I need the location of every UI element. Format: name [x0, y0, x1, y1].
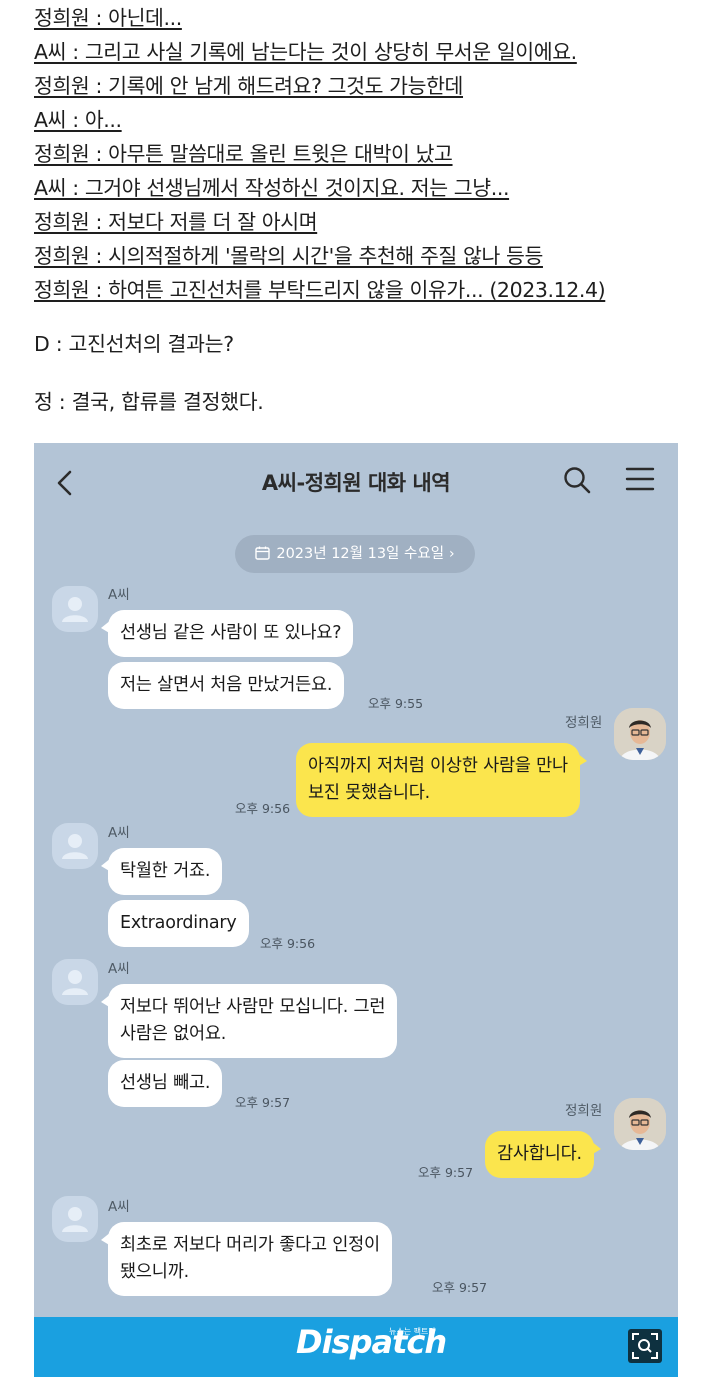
interview-answer: 정 : 결국, 합류를 결정했다.	[34, 390, 264, 414]
chat-header: A씨-정희원 대화 내역	[34, 443, 678, 521]
my-message-bubble[interactable]: 아직까지 저처럼 이상한 사람을 만나 보진 못했습니다.	[296, 743, 587, 817]
message-bubble[interactable]: 선생님 빼고.	[108, 1060, 223, 1107]
sender-name: 정희원	[565, 715, 603, 731]
avatar[interactable]	[52, 959, 98, 1005]
interview-question: D : 고진선처의 결과는?	[34, 332, 234, 356]
quote-line: 정희원 : 저보다 저를 더 잘 아시며	[34, 210, 318, 234]
search-icon[interactable]	[562, 465, 592, 495]
message-line: 됐으니까.	[120, 1262, 189, 1282]
message-bubble[interactable]: 저는 살면서 처음 만났거든요.	[108, 662, 345, 709]
message-bubble[interactable]: 저보다 뛰어난 사람만 모십니다. 그런 사람은 없어요.	[100, 984, 398, 1058]
message-time: 오후 9:57	[235, 1095, 291, 1110]
message-time: 오후 9:56	[260, 936, 316, 951]
avatar[interactable]	[52, 586, 98, 632]
message-line: 보진 못했습니다.	[308, 783, 431, 803]
message-bubble[interactable]: 선생님 같은 사람이 또 있나요?	[100, 610, 354, 657]
message-time: 오후 9:57	[418, 1165, 474, 1180]
quote-line: 정희원 : 아닌데...	[34, 6, 182, 30]
default-profile-icon	[62, 970, 88, 995]
menu-icon[interactable]	[624, 465, 656, 493]
chat-screenshot: A씨-정희원 대화 내역 2023년 12월 13일 수요일 › A씨 선생님 같…	[34, 443, 678, 1377]
message-line: 저보다 뛰어난 사람만 모십니다. 그런	[120, 997, 386, 1017]
profile-photo[interactable]	[614, 708, 666, 760]
quote-line: A씨 : 아...	[34, 108, 122, 132]
message-line: 아직까지 저처럼 이상한 사람을 만나	[308, 756, 568, 776]
sender-name: A씨	[108, 961, 130, 977]
message-time: 오후 9:55	[368, 696, 424, 711]
profile-photo[interactable]	[614, 1098, 666, 1150]
quote-line: 정희원 : 시의적절하게 '몰락의 시간'을 추천해 주질 않나 등등	[34, 244, 543, 268]
chevron-right-icon: ›	[449, 546, 455, 562]
date-divider[interactable]: 2023년 12월 13일 수요일 ›	[235, 535, 475, 573]
dispatch-tagline: 뉴스는 팩트다	[389, 1327, 436, 1336]
quote-line: 정희원 : 기록에 안 남게 해드려요? 그것도 가능한데	[34, 74, 464, 98]
avatar[interactable]	[52, 1196, 98, 1242]
quote-line: 정희원 : 아무튼 말씀대로 올린 트윗은 대박이 났고	[34, 142, 453, 166]
message-bubble[interactable]: 탁월한 거죠.	[100, 848, 223, 895]
default-profile-icon	[62, 834, 88, 859]
message-line: 사람은 없어요.	[120, 1024, 227, 1044]
profile-photo-image	[614, 1098, 666, 1150]
default-profile-icon	[62, 597, 88, 622]
message-bubble[interactable]: Extraordinary	[108, 900, 249, 947]
my-message-bubble[interactable]: 감사합니다.	[485, 1131, 601, 1178]
quote-line: A씨 : 그리고 사실 기록에 남는다는 것이 상당히 무서운 일이에요.	[34, 40, 577, 64]
sender-name: A씨	[108, 825, 130, 841]
sender-name: A씨	[108, 1199, 130, 1215]
calendar-icon	[255, 546, 271, 560]
quote-line: A씨 : 그거야 선생님께서 작성하신 것이지요. 저는 그냥...	[34, 176, 510, 200]
message-bubble[interactable]: 최초로 저보다 머리가 좋다고 인정이 됐으니까.	[101, 1222, 392, 1296]
zoom-icon-glyph	[632, 1333, 658, 1359]
zoom-icon[interactable]	[628, 1329, 662, 1363]
profile-photo-image	[614, 708, 666, 760]
message-line: 최초로 저보다 머리가 좋다고 인정이	[120, 1235, 380, 1255]
default-profile-icon	[62, 1207, 88, 1232]
avatar[interactable]	[52, 823, 98, 869]
message-time: 오후 9:56	[235, 801, 291, 816]
watermark-bar: Dispatch 뉴스는 팩트다	[34, 1317, 678, 1377]
sender-name: 정희원	[565, 1103, 603, 1119]
message-time: 오후 9:57	[432, 1280, 488, 1295]
date-label: 2023년 12월 13일 수요일	[276, 546, 445, 562]
sender-name: A씨	[108, 587, 130, 603]
quote-line: 정희원 : 하여튼 고진선처를 부탁드리지 않을 이유가... (2023.12…	[34, 278, 606, 302]
